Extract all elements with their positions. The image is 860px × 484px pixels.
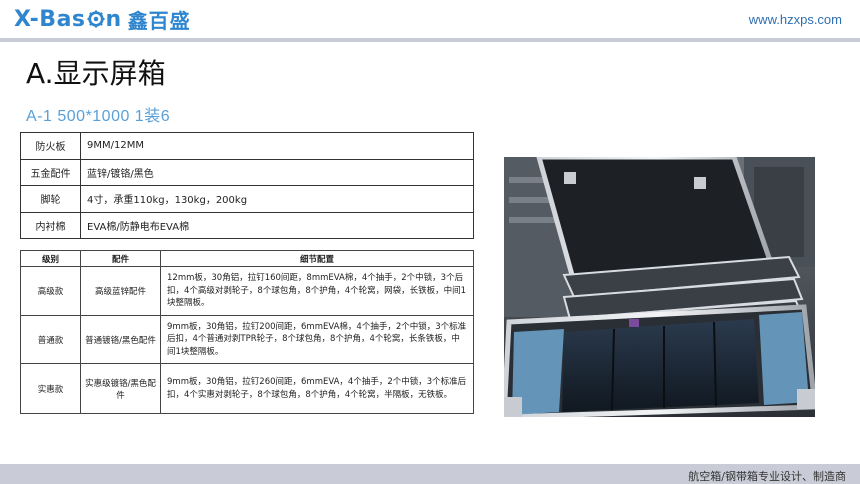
- config-detail: 9mm板，30角铝，拉钉200间距，6mmEVA棉，4个抽手，2个中锁，3个标准…: [160, 315, 474, 364]
- spec-row: 五金配件 蓝锌/镀铬/黑色: [20, 158, 474, 186]
- config-header-row: 级别 配件 细节配置: [20, 250, 474, 267]
- header-divider: [0, 38, 860, 42]
- model-subtitle: A-1 500*1000 1装6: [26, 108, 171, 125]
- product-photo: [504, 157, 815, 417]
- logo-text-part2: n: [105, 6, 122, 32]
- config-detail: 12mm板，30角铝，拉钉160间距，8mmEVA棉，4个抽手，2个中锁，3个后…: [160, 266, 474, 316]
- table-row: 普通款 普通镀铬/黑色配件 9mm板，30角铝，拉钉200间距，6mmEVA棉，…: [20, 315, 474, 364]
- spec-value: 4寸，承重110kg，130kg，200kg: [80, 185, 474, 213]
- col-header-parts: 配件: [80, 250, 161, 267]
- config-detail: 9mm板，30角铝，拉钉260间距，6mmEVA，4个抽手，2个中锁，3个标准后…: [160, 363, 474, 414]
- config-parts: 实惠级镀铬/黑色配件: [80, 363, 161, 414]
- config-level: 高级款: [20, 266, 81, 316]
- spec-key: 防火板: [20, 132, 81, 160]
- spec-key: 脚轮: [20, 185, 81, 213]
- header: X-Bas n 鑫百盛 www.hzxps.com: [0, 0, 860, 38]
- flight-case-illustration: [504, 157, 815, 417]
- logo-chinese-name: 鑫百盛: [127, 8, 191, 33]
- config-table: 级别 配件 细节配置 高级款 高级蓝锌配件 12mm板，30角铝，拉钉160间距…: [20, 250, 474, 414]
- spec-row: 脚轮 4寸，承重110kg，130kg，200kg: [20, 185, 474, 213]
- website-url[interactable]: www.hzxps.com: [749, 12, 842, 27]
- spec-value: EVA棉/防静电布EVA棉: [80, 211, 474, 239]
- spec-key: 五金配件: [20, 158, 81, 186]
- table-row: 实惠款 实惠级镀铬/黑色配件 9mm板，30角铝，拉钉260间距，6mmEVA，…: [20, 363, 474, 414]
- config-level: 实惠款: [20, 363, 81, 414]
- config-level: 普通款: [20, 315, 81, 364]
- config-parts: 普通镀铬/黑色配件: [80, 315, 161, 364]
- gear-icon: [86, 10, 105, 28]
- spec-table: 防火板 9MM/12MM 五金配件 蓝锌/镀铬/黑色 脚轮 4寸，承重110kg…: [20, 132, 474, 239]
- spec-row: 内衬棉 EVA棉/防静电布EVA棉: [20, 211, 474, 239]
- col-header-level: 级别: [20, 250, 81, 267]
- spec-key: 内衬棉: [20, 211, 81, 239]
- logo-text-part1: X-Bas: [14, 6, 86, 32]
- brand-logo[interactable]: X-Bas n 鑫百盛: [14, 4, 191, 34]
- spec-value: 蓝锌/镀铬/黑色: [80, 158, 474, 186]
- table-row: 高级款 高级蓝锌配件 12mm板，30角铝，拉钉160间距，8mmEVA棉，4个…: [20, 266, 474, 316]
- footer-tagline: 航空箱/钢带箱专业设计、制造商: [688, 470, 846, 483]
- spec-value: 9MM/12MM: [80, 132, 474, 160]
- page-title: A.显示屏箱: [26, 57, 166, 90]
- config-parts: 高级蓝锌配件: [80, 266, 161, 316]
- col-header-detail: 细节配置: [160, 250, 474, 267]
- spec-row: 防火板 9MM/12MM: [20, 132, 474, 160]
